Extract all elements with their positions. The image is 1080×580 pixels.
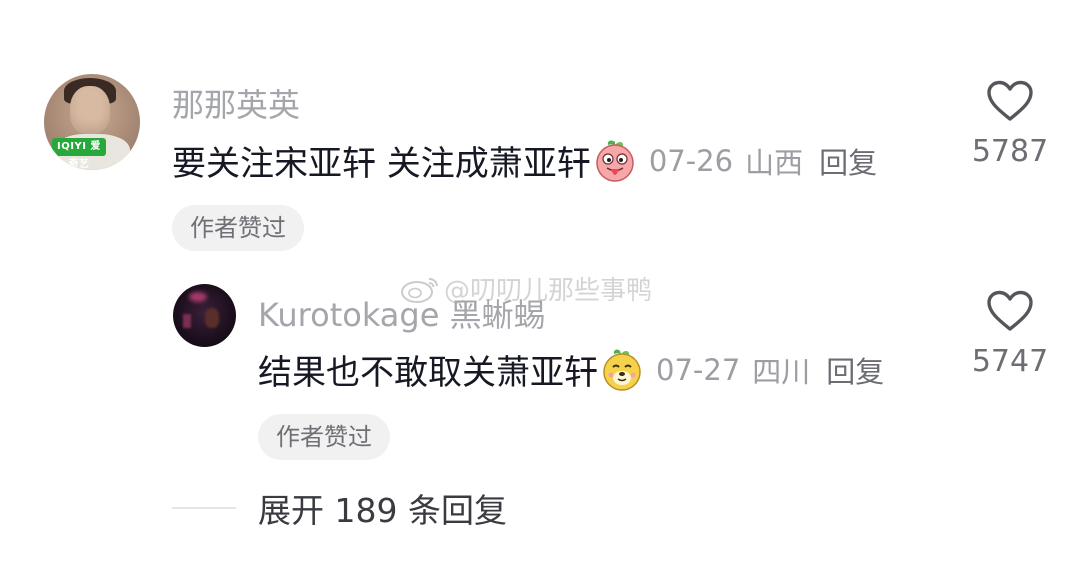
reply-body: 结果也不敢取关萧亚轩 07-27 四川 回复 [258,345,884,394]
reply-date: 07-27 [656,352,741,387]
heart-outline-icon[interactable] [986,80,1034,122]
reply-location: 四川 [752,354,811,389]
reply-button[interactable]: 回复 [819,140,877,182]
avatar-face [70,86,110,134]
expand-replies-button[interactable]: 展开 189 条回复 [172,484,507,532]
reply-author-liked-badge: 作者赞过 [258,414,390,460]
comment-location: 山西 [745,145,804,180]
reply-like-count: 5747 [971,344,1049,379]
reply-like-button[interactable]: 5747 [955,290,1065,379]
reply-reply-button[interactable]: 回复 [826,349,884,391]
avatar-decor [189,292,207,302]
yellow-dog-emoji-icon [603,349,641,391]
like-count: 5787 [971,134,1049,169]
reply-username[interactable]: Kurotokage 黑蜥蜴 [258,290,546,336]
comment-date: 07-26 [648,143,734,178]
heart-outline-icon[interactable] [986,290,1034,332]
divider [172,507,236,509]
comment-username[interactable]: 那那英英 [172,80,300,126]
comment-text: 要关注宋亚轩 关注成萧亚轩 [172,144,591,184]
avatar[interactable]: IQIYI 爱奇艺 [44,74,140,170]
reply-text: 结果也不敢取关萧亚轩 [258,353,598,393]
reply-avatar[interactable] [173,284,236,347]
peach-tongue-emoji-icon [596,140,634,182]
avatar-decor [205,308,219,328]
author-liked-badge: 作者赞过 [172,205,304,251]
expand-replies-label[interactable]: 展开 189 条回复 [258,484,507,532]
like-button[interactable]: 5787 [955,80,1065,169]
comment-body: 要关注宋亚轩 关注成萧亚轩 07-26 山西 回复 [172,136,877,185]
avatar-badge: IQIYI 爱奇艺 [52,138,106,170]
avatar-decor [183,314,191,328]
